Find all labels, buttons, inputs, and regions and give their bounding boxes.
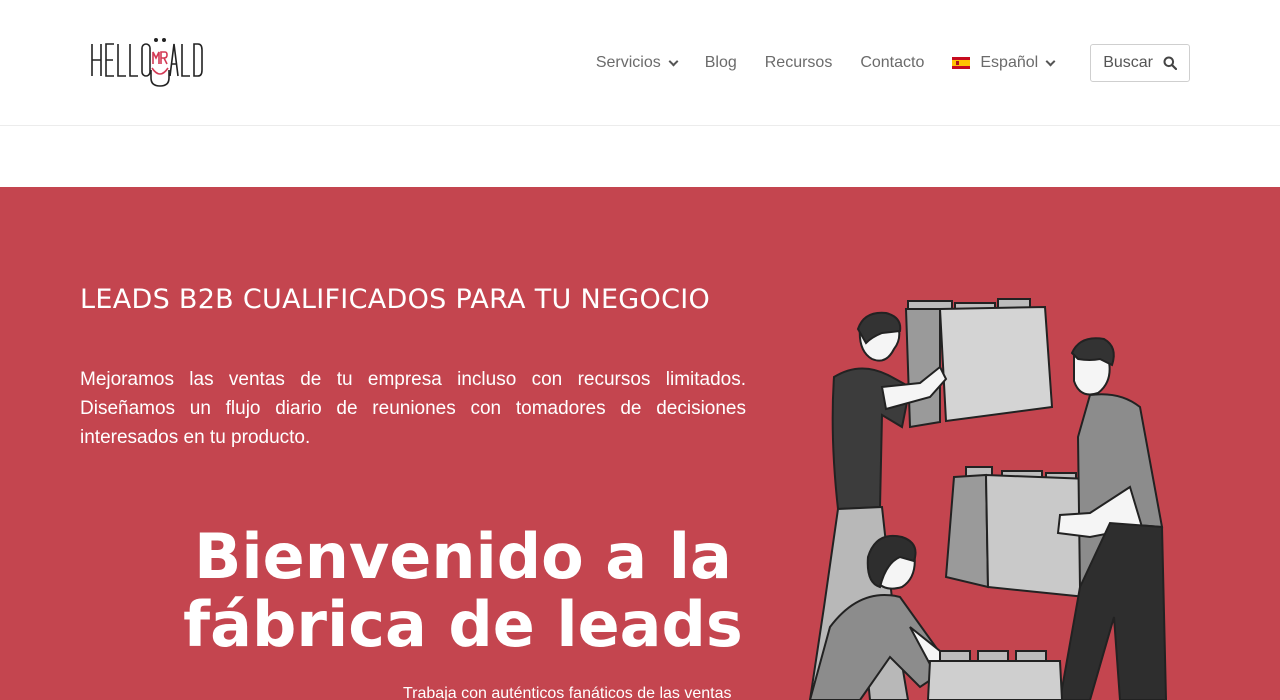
- spain-flag-icon: [952, 57, 971, 69]
- search-label: Buscar: [1103, 54, 1153, 71]
- people-carrying-boxes-illustration: [808, 298, 1168, 700]
- chevron-down-icon: [1045, 56, 1056, 66]
- language-label: Español: [980, 54, 1039, 71]
- nav-item-label: Recursos: [764, 54, 833, 71]
- hero-subtext: Trabaja con auténticos fanáticos de las …: [403, 685, 732, 700]
- nav-item-servicios[interactable]: Servicios: [595, 54, 679, 72]
- nav-item-label: Blog: [704, 54, 737, 71]
- site-header: Servicios Blog Recursos Contacto Español…: [0, 0, 1280, 126]
- hero-section: LEADS B2B CUALIFICADOS PARA TU NEGOCIO M…: [0, 187, 1280, 700]
- chevron-down-icon: [668, 56, 679, 66]
- nav-item-recursos[interactable]: Recursos: [765, 54, 833, 72]
- search-button[interactable]: Buscar: [1090, 44, 1190, 82]
- hero-title: LEADS B2B CUALIFICADOS PARA TU NEGOCIO: [80, 284, 711, 315]
- hellomrlead-logo[interactable]: [90, 36, 212, 90]
- nav-item-label: Contacto: [860, 54, 925, 71]
- language-selector[interactable]: Español: [952, 54, 1056, 72]
- nav-item-label: Servicios: [595, 54, 661, 71]
- search-icon: [1163, 56, 1177, 70]
- main-nav: Servicios Blog Recursos Contacto Español…: [596, 44, 1190, 82]
- hero-description: Mejoramos las ventas de tu empresa inclu…: [80, 369, 746, 448]
- hero-headline: Bienvenido a la fábrica de leads: [183, 520, 743, 661]
- nav-item-blog[interactable]: Blog: [705, 54, 737, 72]
- nav-item-contacto[interactable]: Contacto: [860, 54, 924, 72]
